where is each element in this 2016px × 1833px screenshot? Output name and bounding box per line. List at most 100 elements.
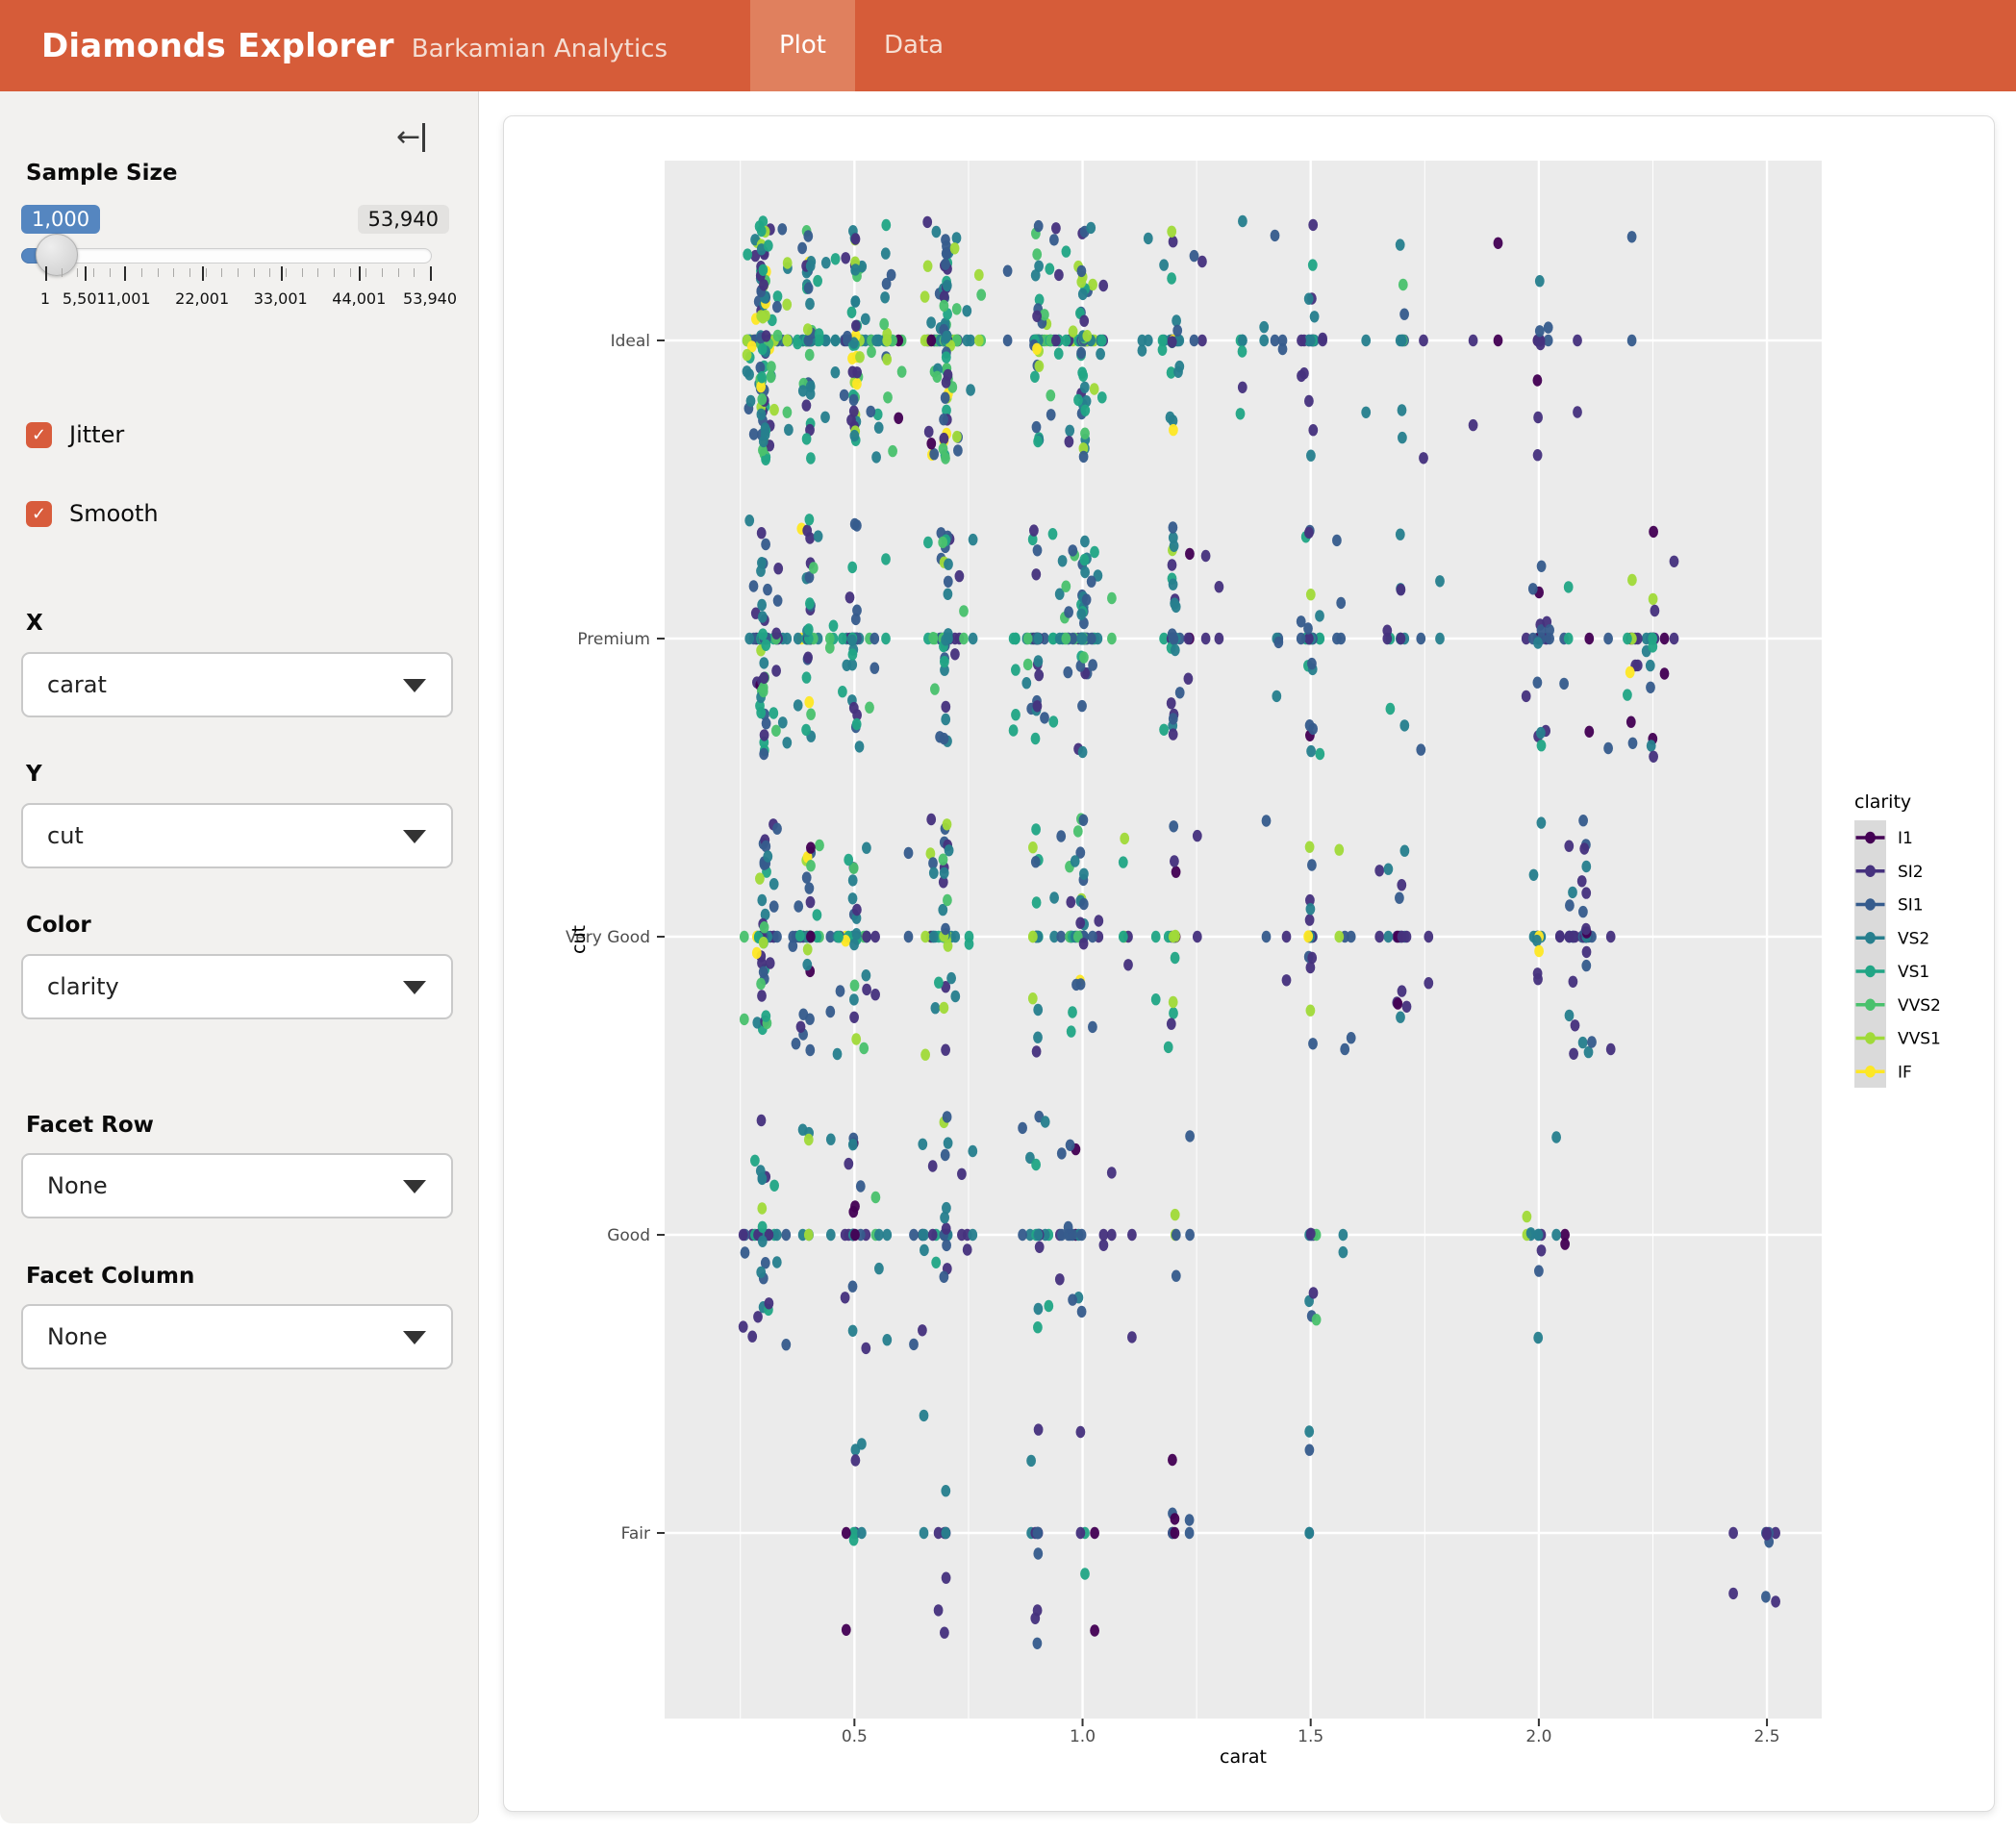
- data-point: [806, 260, 816, 271]
- data-point: [1384, 931, 1394, 942]
- y-axis-title: cut: [568, 925, 590, 954]
- data-point: [923, 261, 933, 272]
- data-point: [784, 424, 794, 436]
- data-point: [855, 351, 865, 363]
- data-point: [1167, 697, 1176, 709]
- sidebar-collapse-icon[interactable]: ←: [396, 120, 425, 154]
- data-point: [1169, 236, 1178, 247]
- data-point: [1334, 844, 1344, 856]
- data-point: [1771, 1595, 1780, 1607]
- data-point: [918, 1229, 927, 1241]
- data-point: [1646, 682, 1655, 693]
- data-point: [788, 941, 797, 952]
- data-point: [1564, 841, 1574, 852]
- sample-size-slider-handle[interactable]: [36, 234, 78, 276]
- jitter-checkbox[interactable]: ✓ Jitter: [26, 421, 124, 448]
- legend-entry-label: VVS2: [1898, 996, 1941, 1016]
- data-point: [1079, 451, 1089, 463]
- data-point: [850, 295, 860, 307]
- data-point: [1238, 215, 1247, 227]
- data-point: [952, 232, 962, 243]
- x-select[interactable]: carat: [21, 652, 453, 717]
- data-point: [1045, 263, 1054, 274]
- data-point: [1082, 593, 1092, 605]
- data-point: [1297, 633, 1306, 644]
- tab-plot[interactable]: Plot: [750, 0, 855, 91]
- slider-tick-label: 44,001: [332, 289, 386, 308]
- data-point: [782, 299, 792, 311]
- data-point: [805, 298, 815, 310]
- data-point: [757, 409, 767, 420]
- slider-major-tick: [202, 266, 204, 281]
- data-point: [772, 931, 782, 942]
- data-point: [1044, 1300, 1053, 1312]
- slider-major-tick: [359, 266, 361, 281]
- data-point: [926, 438, 936, 449]
- data-point: [894, 413, 903, 424]
- tab-data[interactable]: Data: [855, 0, 972, 91]
- data-point: [1560, 1238, 1570, 1249]
- data-point: [772, 301, 782, 313]
- slider-minor-tick: [254, 268, 255, 277]
- data-point: [1051, 335, 1061, 346]
- data-point: [941, 1527, 950, 1539]
- data-point: [756, 978, 766, 990]
- data-point: [950, 991, 960, 1002]
- data-point: [1536, 727, 1546, 739]
- sample-size-slider-track[interactable]: [21, 248, 432, 264]
- data-point: [1185, 1514, 1195, 1525]
- data-point: [940, 1002, 949, 1014]
- data-point: [1169, 1007, 1178, 1018]
- data-point: [773, 563, 783, 574]
- data-point: [1310, 311, 1320, 322]
- data-point: [1529, 869, 1539, 881]
- data-point: [871, 1192, 881, 1203]
- slider-tick-label: 53,940: [403, 289, 457, 308]
- data-point: [842, 1527, 851, 1539]
- slider-major-tick: [430, 266, 432, 281]
- data-point: [771, 725, 781, 737]
- facet-column-select[interactable]: None: [21, 1304, 453, 1369]
- data-point: [1559, 678, 1569, 690]
- data-point: [1055, 1273, 1065, 1285]
- data-point: [1099, 1229, 1109, 1241]
- data-point: [940, 867, 949, 879]
- x-tick-label: 2.5: [1754, 1727, 1780, 1746]
- data-point: [1171, 952, 1180, 964]
- data-point: [1306, 589, 1316, 600]
- chevron-down-icon: [403, 1331, 426, 1344]
- data-point: [942, 1222, 951, 1234]
- data-point: [1282, 974, 1292, 986]
- data-point: [1031, 568, 1041, 580]
- data-point: [869, 633, 879, 644]
- data-point: [1168, 1454, 1177, 1466]
- data-point: [1169, 424, 1178, 436]
- data-point: [920, 1527, 929, 1539]
- data-point: [756, 565, 766, 577]
- data-point: [918, 1324, 927, 1336]
- data-point: [1578, 815, 1588, 826]
- data-point: [833, 1048, 843, 1060]
- data-point: [1079, 898, 1089, 910]
- data-point: [1435, 575, 1445, 587]
- data-point: [940, 656, 949, 667]
- data-point: [1544, 321, 1553, 333]
- y-select[interactable]: cut: [21, 803, 453, 868]
- slider-minor-tick: [317, 268, 318, 277]
- data-point: [1080, 1568, 1090, 1579]
- color-select[interactable]: clarity: [21, 954, 453, 1019]
- facet-row-select[interactable]: None: [21, 1153, 453, 1218]
- data-point: [1303, 930, 1313, 942]
- data-point: [1306, 1005, 1316, 1017]
- data-point: [777, 223, 787, 235]
- smooth-checkbox[interactable]: ✓ Smooth: [26, 500, 159, 527]
- data-point: [1535, 325, 1545, 337]
- data-point: [802, 959, 812, 970]
- data-point: [1080, 382, 1090, 393]
- data-point: [749, 580, 759, 591]
- slider-minor-tick: [350, 268, 351, 277]
- data-point: [1099, 1240, 1109, 1251]
- data-point: [865, 702, 874, 714]
- data-point: [950, 242, 960, 254]
- data-point: [1173, 366, 1183, 378]
